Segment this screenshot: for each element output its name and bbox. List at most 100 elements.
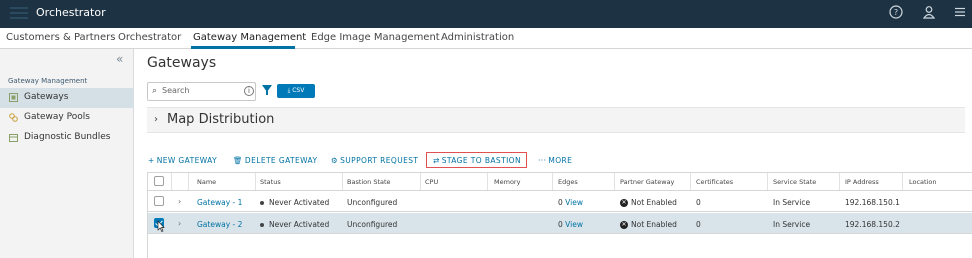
edges-cell: 0 View bbox=[558, 191, 583, 211]
column-header-partner-gateway[interactable]: Partner Gateway bbox=[615, 173, 691, 190]
more-label: MORE bbox=[548, 156, 573, 165]
search-icon: ⌕ bbox=[152, 86, 158, 96]
search-placeholder: Search bbox=[162, 86, 190, 95]
status-text: Never Activated bbox=[269, 198, 330, 207]
column-header-cpu[interactable]: CPU bbox=[421, 173, 488, 190]
sidebar-item-label: Gateway Pools bbox=[24, 112, 90, 122]
status-dot-icon bbox=[260, 201, 264, 205]
new-gateway-button[interactable]: + NEW GATEWAY bbox=[148, 156, 217, 165]
partner-gateway-text: Not Enabled bbox=[631, 220, 677, 229]
app-title: Orchestrator bbox=[36, 6, 106, 19]
svg-text:?: ? bbox=[894, 8, 898, 17]
stage-to-bastion-highlight bbox=[426, 152, 527, 168]
page-title: Gateways bbox=[147, 55, 217, 71]
gateways-table: Name Status Bastion State CPU Memory Edg… bbox=[147, 172, 972, 258]
help-icon[interactable]: ? bbox=[887, 5, 905, 23]
sidebar-item-label: Diagnostic Bundles bbox=[24, 132, 111, 142]
csv-button[interactable]: ⤓ CSV bbox=[277, 84, 315, 98]
support-request-button[interactable]: ⚙ SUPPORT REQUEST bbox=[331, 156, 418, 165]
mouse-cursor-icon bbox=[157, 220, 165, 232]
column-header-name[interactable]: Name bbox=[189, 173, 256, 190]
partner-gateway-cell: ✕ Not Enabled bbox=[620, 213, 677, 233]
tab-customers-partners[interactable]: Customers & Partners bbox=[6, 32, 116, 43]
status-cell: Never Activated bbox=[260, 213, 329, 233]
menu-icon[interactable] bbox=[951, 5, 969, 23]
partner-gateway-cell: ✕ Not Enabled bbox=[620, 191, 677, 211]
column-header-edges[interactable]: Edges bbox=[553, 173, 615, 190]
sidebar-item-label: Gateways bbox=[24, 92, 69, 102]
ip-address-cell: 192.168.150.1 bbox=[845, 198, 900, 207]
tab-administration[interactable]: Administration bbox=[441, 32, 514, 43]
column-header-status[interactable]: Status bbox=[256, 173, 343, 190]
certificates-cell: 0 bbox=[696, 220, 701, 229]
tab-orchestrator[interactable]: Orchestrator bbox=[118, 32, 181, 43]
sidebar-item-diagnostic-bundles[interactable]: Diagnostic Bundles bbox=[0, 128, 134, 148]
table-row[interactable]: › Gateway - 1 Never Activated Unconfigur… bbox=[148, 191, 972, 212]
service-state-cell: In Service bbox=[773, 220, 811, 229]
top-header: Orchestrator ? bbox=[0, 0, 972, 28]
edges-cell: 0 View bbox=[558, 213, 583, 233]
not-enabled-icon: ✕ bbox=[620, 199, 628, 207]
main-nav: Customers & Partners Orchestrator Gatewa… bbox=[0, 28, 972, 49]
map-distribution-panel[interactable]: › Map Distribution bbox=[147, 107, 965, 133]
table-row[interactable]: › Gateway - 2 Never Activated Unconfigur… bbox=[148, 213, 972, 234]
partner-gateway-text: Not Enabled bbox=[631, 198, 677, 207]
filter-icon[interactable] bbox=[262, 85, 272, 95]
edges-view-link[interactable]: View bbox=[565, 198, 583, 207]
active-tab-indicator bbox=[191, 46, 295, 49]
chevron-right-icon: › bbox=[154, 114, 158, 125]
map-distribution-label: Map Distribution bbox=[167, 112, 275, 127]
sidebar-item-gateway-pools[interactable]: Gateway Pools bbox=[0, 108, 134, 128]
search-input[interactable]: ⌕ Search i bbox=[147, 82, 256, 101]
row-checkbox[interactable] bbox=[154, 196, 164, 206]
not-enabled-icon: ✕ bbox=[620, 221, 628, 229]
sidebar: « Gateway Management Gateways Gateway Po… bbox=[0, 49, 134, 258]
edges-count: 0 bbox=[558, 198, 563, 207]
delete-gateway-label: DELETE GATEWAY bbox=[244, 156, 318, 165]
plus-icon: + bbox=[148, 156, 155, 165]
column-header-ip-address[interactable]: IP Address bbox=[840, 173, 903, 190]
column-header-bastion-state[interactable]: Bastion State bbox=[343, 173, 421, 190]
trash-icon: 🗑 bbox=[233, 156, 243, 165]
more-button[interactable]: ··· MORE bbox=[538, 156, 572, 165]
collapse-sidebar-icon[interactable]: « bbox=[116, 52, 123, 66]
table-header-row: Name Status Bastion State CPU Memory Edg… bbox=[148, 173, 972, 191]
edges-view-link[interactable]: View bbox=[565, 220, 583, 229]
gateway-name-link[interactable]: Gateway - 1 bbox=[197, 191, 242, 211]
gateway-icon bbox=[9, 93, 18, 102]
ip-address-cell: 192.168.150.2 bbox=[845, 220, 900, 229]
new-gateway-label: NEW GATEWAY bbox=[156, 156, 218, 165]
more-dots-icon: ··· bbox=[538, 156, 547, 165]
bastion-state-cell: Unconfigured bbox=[347, 220, 398, 229]
bastion-state-cell: Unconfigured bbox=[347, 198, 398, 207]
status-dot-icon bbox=[260, 223, 264, 227]
select-all-cell bbox=[148, 173, 172, 190]
column-header-certificates[interactable]: Certificates bbox=[691, 173, 768, 190]
expand-header-cell bbox=[172, 173, 189, 190]
status-text: Never Activated bbox=[269, 220, 330, 229]
certificates-cell: 0 bbox=[696, 198, 701, 207]
gateway-name-link[interactable]: Gateway - 2 bbox=[197, 213, 242, 233]
sidebar-item-gateways[interactable]: Gateways bbox=[0, 88, 134, 108]
column-header-memory[interactable]: Memory bbox=[488, 173, 553, 190]
gateway-pool-icon bbox=[9, 113, 18, 122]
bundle-icon bbox=[9, 133, 18, 142]
select-all-checkbox[interactable] bbox=[154, 176, 164, 186]
user-icon[interactable] bbox=[920, 5, 938, 23]
edges-count: 0 bbox=[558, 220, 563, 229]
status-cell: Never Activated bbox=[260, 191, 329, 211]
tab-gateway-management[interactable]: Gateway Management bbox=[193, 32, 306, 43]
chevron-right-icon[interactable]: › bbox=[178, 219, 181, 228]
column-header-service-state[interactable]: Service State bbox=[768, 173, 840, 190]
info-icon[interactable]: i bbox=[244, 86, 254, 96]
csv-label: CSV bbox=[292, 87, 305, 94]
chevron-right-icon[interactable]: › bbox=[178, 197, 181, 206]
column-header-location[interactable]: Location bbox=[903, 173, 972, 190]
gear-icon: ⚙ bbox=[331, 156, 339, 165]
support-request-label: SUPPORT REQUEST bbox=[340, 156, 419, 165]
delete-gateway-button[interactable]: 🗑 DELETE GATEWAY bbox=[233, 156, 317, 165]
tab-edge-image-management[interactable]: Edge Image Management bbox=[311, 32, 440, 43]
app-logo-icon bbox=[10, 7, 28, 21]
sidebar-heading: Gateway Management bbox=[8, 77, 88, 85]
service-state-cell: In Service bbox=[773, 198, 811, 207]
